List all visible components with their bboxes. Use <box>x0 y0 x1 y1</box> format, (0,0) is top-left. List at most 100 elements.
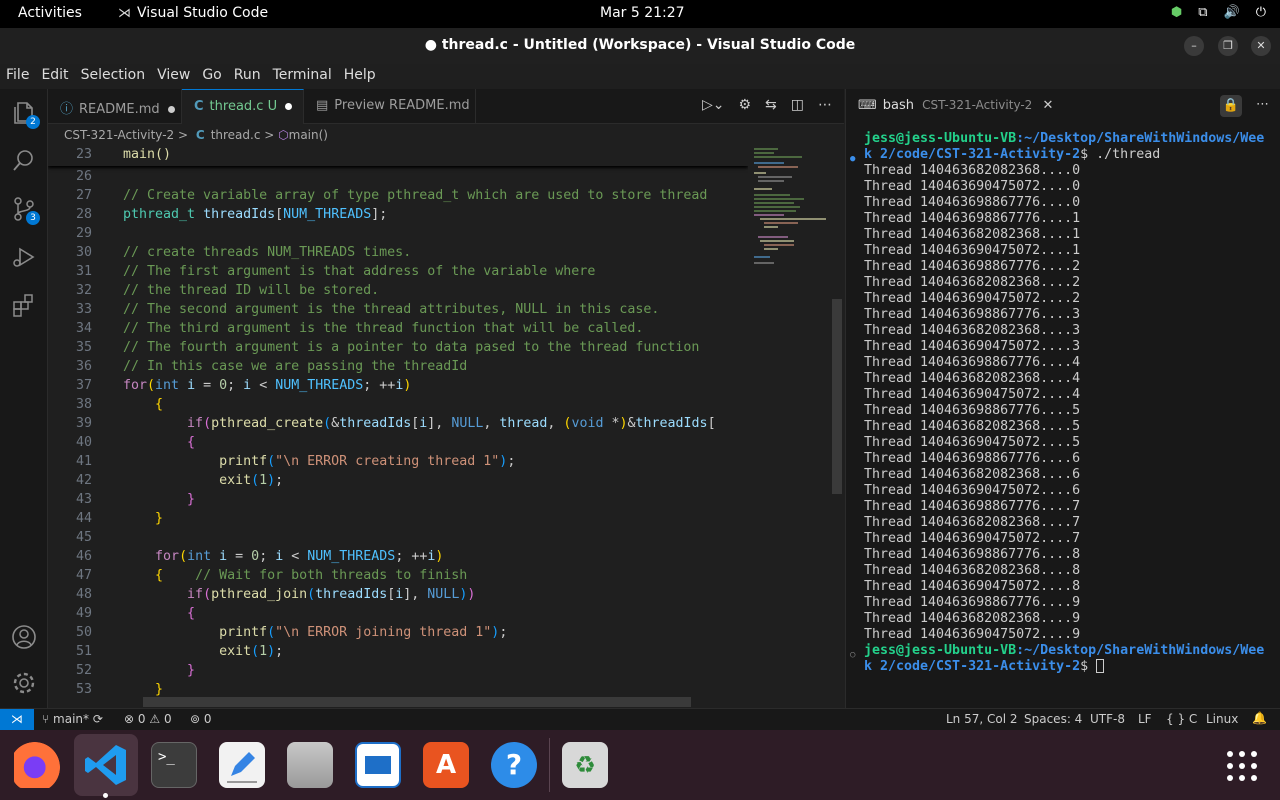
activities-button[interactable]: Activities <box>18 5 82 21</box>
tab-thread-c[interactable]: Cthread.c U <box>182 89 304 124</box>
line-number: 50 <box>75 625 92 640</box>
status-bar: ⋊ ⑂ main* ⟳ ⊗ 0 ⚠ 0 ⊚ 0 Ln 57, Col 2 Spa… <box>0 708 1280 731</box>
terminal-output-line: Thread 140463698867776....7 <box>864 499 1081 514</box>
remote-indicator[interactable]: ⋊ <box>0 709 34 731</box>
problems-indicator[interactable]: ⊗ 0 ⚠ 0 <box>124 712 172 726</box>
shield-icon[interactable]: ⬢ <box>1171 5 1182 20</box>
text-editor-icon[interactable] <box>219 742 265 788</box>
tab-preview-readme[interactable]: ▤ Preview README.md <box>304 89 476 124</box>
thread-output-lines: Thread 140463682082368....0 Thread 14046… <box>864 163 1080 642</box>
minimap[interactable] <box>752 146 832 706</box>
line-number: 49 <box>75 606 92 621</box>
editor-toolbar: ▷⌄ ⚙ ⇆ ◫ ⋯ <box>702 97 832 113</box>
minimize-button[interactable]: – <box>1184 36 1204 56</box>
sticky-scroll-header[interactable]: 23 main() <box>48 146 748 166</box>
code-editor[interactable]: 23 main() 26 27 // Create variable array o… <box>48 146 748 696</box>
terminal-tab-bar: ⌨ bash CST-321-Activity-2 ✕ 🔒 ⋯ <box>846 89 1280 124</box>
run-debug-icon[interactable] <box>10 243 38 271</box>
branch-indicator[interactable]: ⑂ main* ⟳ <box>42 712 103 726</box>
app-menu[interactable]: ⋊ Visual Studio Code <box>118 5 268 21</box>
settings-gear-icon[interactable] <box>10 669 38 697</box>
close-button[interactable]: ✕ <box>1251 36 1271 56</box>
more-actions-icon[interactable]: ⋯ <box>818 97 832 113</box>
software-icon[interactable]: A <box>423 742 469 788</box>
more-actions-icon[interactable]: ⋯ <box>1256 97 1269 112</box>
menu-go[interactable]: Go <box>202 64 227 89</box>
maximize-button[interactable]: ❐ <box>1218 36 1238 56</box>
line-number: 41 <box>75 454 92 469</box>
account-icon[interactable] <box>10 623 38 651</box>
help-icon[interactable]: ? <box>491 742 537 788</box>
terminal-tab[interactable]: ⌨ bash CST-321-Activity-2 ✕ <box>858 98 1053 113</box>
clock[interactable]: Mar 5 21:27 <box>600 5 685 21</box>
vertical-scrollbar[interactable] <box>832 299 842 494</box>
preview-icon: ▤ <box>316 98 329 113</box>
c-file-icon: C <box>195 128 205 142</box>
line-number: 40 <box>75 435 92 450</box>
files-icon[interactable] <box>287 742 333 788</box>
breadcrumb-folder[interactable]: CST-321-Activity-2 <box>64 128 174 142</box>
system-tray[interactable]: ⬢ ⧉ 🔊 ⏻ <box>1171 5 1266 20</box>
menu-selection[interactable]: Selection <box>81 64 152 89</box>
encoding[interactable]: UTF-8 <box>1090 712 1125 726</box>
lock-icon[interactable]: 🔒 <box>1220 95 1242 117</box>
breadcrumb-symbol[interactable]: main() <box>289 128 328 142</box>
menu-file[interactable]: File <box>6 64 35 89</box>
line-number: 28 <box>75 207 92 222</box>
close-terminal-icon[interactable]: ✕ <box>1042 98 1053 113</box>
command-decoration-icon[interactable]: ○ <box>850 647 855 663</box>
line-number: 34 <box>75 321 92 336</box>
code-line: exit(1); <box>219 473 284 488</box>
terminal-output-line: Thread 140463690475072....7 <box>864 531 1081 546</box>
platform[interactable]: Linux <box>1206 712 1238 726</box>
terminal-output[interactable]: ● jess@jess-Ubuntu-VB:~/Desktop/ShareWith… <box>850 131 1264 675</box>
terminal-output-line: Thread 140463698867776....6 <box>864 451 1081 466</box>
writer-icon[interactable] <box>355 742 401 788</box>
prompt-path: k 2/code/CST-321-Activity-2 <box>864 659 1081 674</box>
firefox-icon[interactable] <box>14 742 60 788</box>
cursor-position[interactable]: Ln 57, Col 2 <box>946 712 1018 726</box>
menu-edit[interactable]: Edit <box>41 64 74 89</box>
menu-help[interactable]: Help <box>344 64 382 89</box>
terminal-output-line: Thread 140463698867776....3 <box>864 307 1081 322</box>
search-icon[interactable] <box>10 147 38 175</box>
vscode-icon[interactable] <box>83 742 129 788</box>
language-mode[interactable]: { } C <box>1166 712 1197 726</box>
split-editor-icon[interactable]: ◫ <box>791 97 804 113</box>
run-chevron-icon[interactable]: ▷⌄ <box>702 97 725 113</box>
volume-icon[interactable]: 🔊 <box>1224 5 1240 20</box>
explorer-icon[interactable]: 2 <box>10 99 40 129</box>
power-icon[interactable]: ⏻ <box>1256 5 1266 20</box>
sync-icon: ⟳ <box>92 712 103 726</box>
code-line: } <box>155 511 164 526</box>
horizontal-scrollbar[interactable] <box>143 697 691 707</box>
branch-name: main* <box>53 712 90 726</box>
unsaved-dot-icon[interactable] <box>285 103 293 110</box>
tab-readme[interactable]: ⓘ README.md <box>48 89 182 124</box>
eol[interactable]: LF <box>1138 712 1152 726</box>
terminal-output-line: Thread 140463682082368....5 <box>864 419 1081 434</box>
show-apps-grid-icon[interactable] <box>1226 750 1258 782</box>
trash-icon[interactable]: ♻ <box>562 742 608 788</box>
ports-indicator[interactable]: ⊚ 0 <box>190 712 212 726</box>
gear-icon[interactable]: ⚙ <box>738 97 751 113</box>
breadcrumb-file[interactable]: thread.c <box>211 128 261 142</box>
window-title: ● thread.c - Untitled (Workspace) - Visu… <box>424 37 856 53</box>
compare-icon[interactable]: ⇆ <box>765 97 777 113</box>
extensions-icon[interactable] <box>10 291 38 319</box>
indentation[interactable]: Spaces: 4 <box>1024 712 1082 726</box>
symbol-method-icon: ⬡ <box>278 128 289 142</box>
terminal-icon[interactable]: >_ <box>151 742 197 788</box>
git-branch-icon: ⑂ <box>42 712 50 726</box>
broadcast-icon: ⊚ <box>190 712 201 726</box>
menu-view[interactable]: View <box>157 64 196 89</box>
network-icon[interactable]: ⧉ <box>1198 5 1207 20</box>
menu-terminal[interactable]: Terminal <box>273 64 338 89</box>
source-control-icon[interactable]: 3 <box>10 195 40 225</box>
terminal-panel[interactable]: ⌨ bash CST-321-Activity-2 ✕ 🔒 ⋯ ● jess@jes… <box>845 89 1280 708</box>
command-decoration-icon[interactable]: ● <box>850 151 855 167</box>
unsaved-dot-icon[interactable] <box>167 106 175 113</box>
code-line: if(pthread_join(threadIds[i], NULL)) <box>187 587 476 602</box>
menu-run[interactable]: Run <box>234 64 267 89</box>
bell-icon[interactable]: 🔔 <box>1252 711 1267 725</box>
